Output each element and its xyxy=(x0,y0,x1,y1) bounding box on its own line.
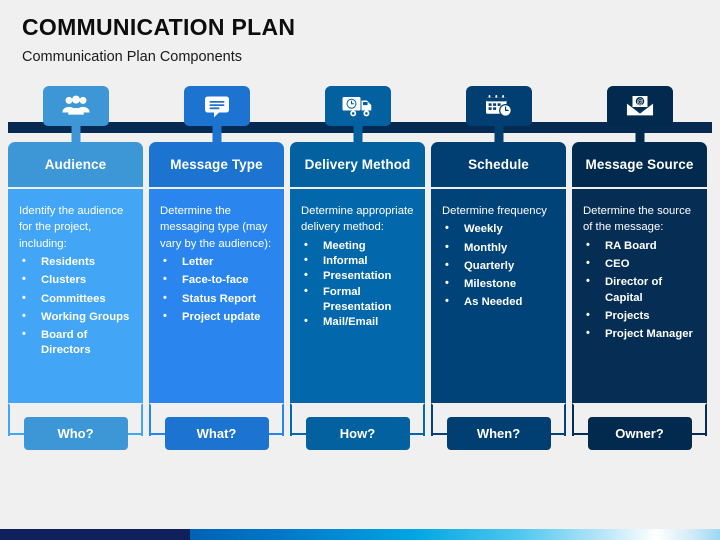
list-item: Residents xyxy=(19,254,135,270)
bottom-bar-gradient-segment xyxy=(190,529,720,540)
column-body-schedule: Determine frequency Weekly Monthly Quart… xyxy=(431,189,566,403)
list-item: Director of Capital xyxy=(583,274,699,306)
column-bullet-list: Residents Clusters Committees Working Gr… xyxy=(19,254,135,359)
list-item: Monthly xyxy=(442,240,558,256)
column-bullet-list: Letter Face-to-face Status Report Projec… xyxy=(160,254,276,325)
column-lead-text: Determine frequency xyxy=(442,205,547,217)
list-item: Clusters xyxy=(19,272,135,288)
column-header-message-type: Message Type xyxy=(149,142,284,187)
list-item: Status Report xyxy=(160,291,276,307)
column-bullet-list: Meeting Informal Presentation Formal Pre… xyxy=(301,238,417,331)
column-header-schedule: Schedule xyxy=(431,142,566,187)
list-item: Presentation xyxy=(301,268,417,284)
question-button-how[interactable]: How? xyxy=(305,417,410,450)
list-item: Committees xyxy=(19,291,135,307)
plan-column-delivery-method: Delivery Method Determine appropriate de… xyxy=(290,86,425,456)
plan-column-schedule: Schedule Determine frequency Weekly Mont… xyxy=(431,86,566,456)
list-item: Mail/Email xyxy=(301,314,417,330)
plan-column-audience: Audience Identify the audience for the p… xyxy=(8,86,143,456)
list-item: Informal xyxy=(301,253,417,269)
list-item: Board of Directors xyxy=(19,327,135,359)
people-group-icon xyxy=(42,86,109,126)
column-bullet-list: Weekly Monthly Quarterly Milestone As Ne… xyxy=(442,221,558,310)
list-item: Meeting xyxy=(301,238,417,254)
column-bullet-list: RA Board CEO Director of Capital Project… xyxy=(583,238,699,343)
list-item: Project update xyxy=(160,309,276,325)
chat-bubble-icon xyxy=(183,86,250,126)
column-body-message-source: Determine the source of the message: RA … xyxy=(572,189,707,403)
page-subtitle: Communication Plan Components xyxy=(22,49,243,66)
list-item: Weekly xyxy=(442,221,558,237)
page-title: COMMUNICATION PLAN xyxy=(22,14,296,40)
bottom-bar-navy-segment xyxy=(0,529,190,540)
title-block: COMMUNICATION PLAN Communication Plan Co… xyxy=(22,14,295,66)
column-body-audience: Identify the audience for the project, i… xyxy=(8,189,143,403)
list-item: Working Groups xyxy=(19,309,135,325)
svg-text:@: @ xyxy=(636,99,643,106)
column-header-message-source: Message Source xyxy=(572,142,707,187)
list-item: Quarterly xyxy=(442,258,558,274)
column-body-message-type: Determine the messaging type (may vary b… xyxy=(149,189,284,403)
envelope-at-icon: @ xyxy=(606,86,673,126)
communication-plan-board: Audience Identify the audience for the p… xyxy=(8,86,712,456)
column-header-delivery-method: Delivery Method xyxy=(290,142,425,187)
question-button-who[interactable]: Who? xyxy=(23,417,128,450)
list-item: Face-to-face xyxy=(160,272,276,288)
list-item: Milestone xyxy=(442,276,558,292)
list-item: RA Board xyxy=(583,238,699,254)
question-button-when[interactable]: When? xyxy=(446,417,551,450)
column-body-delivery-method: Determine appropriate delivery method: M… xyxy=(290,189,425,403)
question-button-owner[interactable]: Owner? xyxy=(587,417,692,450)
calendar-clock-icon xyxy=(465,86,532,126)
list-item: Projects xyxy=(583,308,699,324)
column-lead-text: Determine the source of the message: xyxy=(583,205,691,234)
list-item: CEO xyxy=(583,256,699,272)
delivery-truck-clock-icon xyxy=(324,86,391,126)
list-item: Formal Presentation xyxy=(301,284,417,316)
list-item: Letter xyxy=(160,254,276,270)
question-button-what[interactable]: What? xyxy=(164,417,269,450)
plan-column-message-source: @ Message Source Determine the source of… xyxy=(572,86,707,456)
column-lead-text: Determine the messaging type (may vary b… xyxy=(160,205,272,250)
bottom-decorative-bar xyxy=(0,529,720,540)
column-lead-text: Identify the audience for the project, i… xyxy=(19,205,124,250)
column-header-audience: Audience xyxy=(8,142,143,187)
list-item: Project Manager xyxy=(583,326,699,342)
plan-column-message-type: Message Type Determine the messaging typ… xyxy=(149,86,284,456)
column-lead-text: Determine appropriate delivery method: xyxy=(301,205,414,234)
list-item: As Needed xyxy=(442,294,558,310)
